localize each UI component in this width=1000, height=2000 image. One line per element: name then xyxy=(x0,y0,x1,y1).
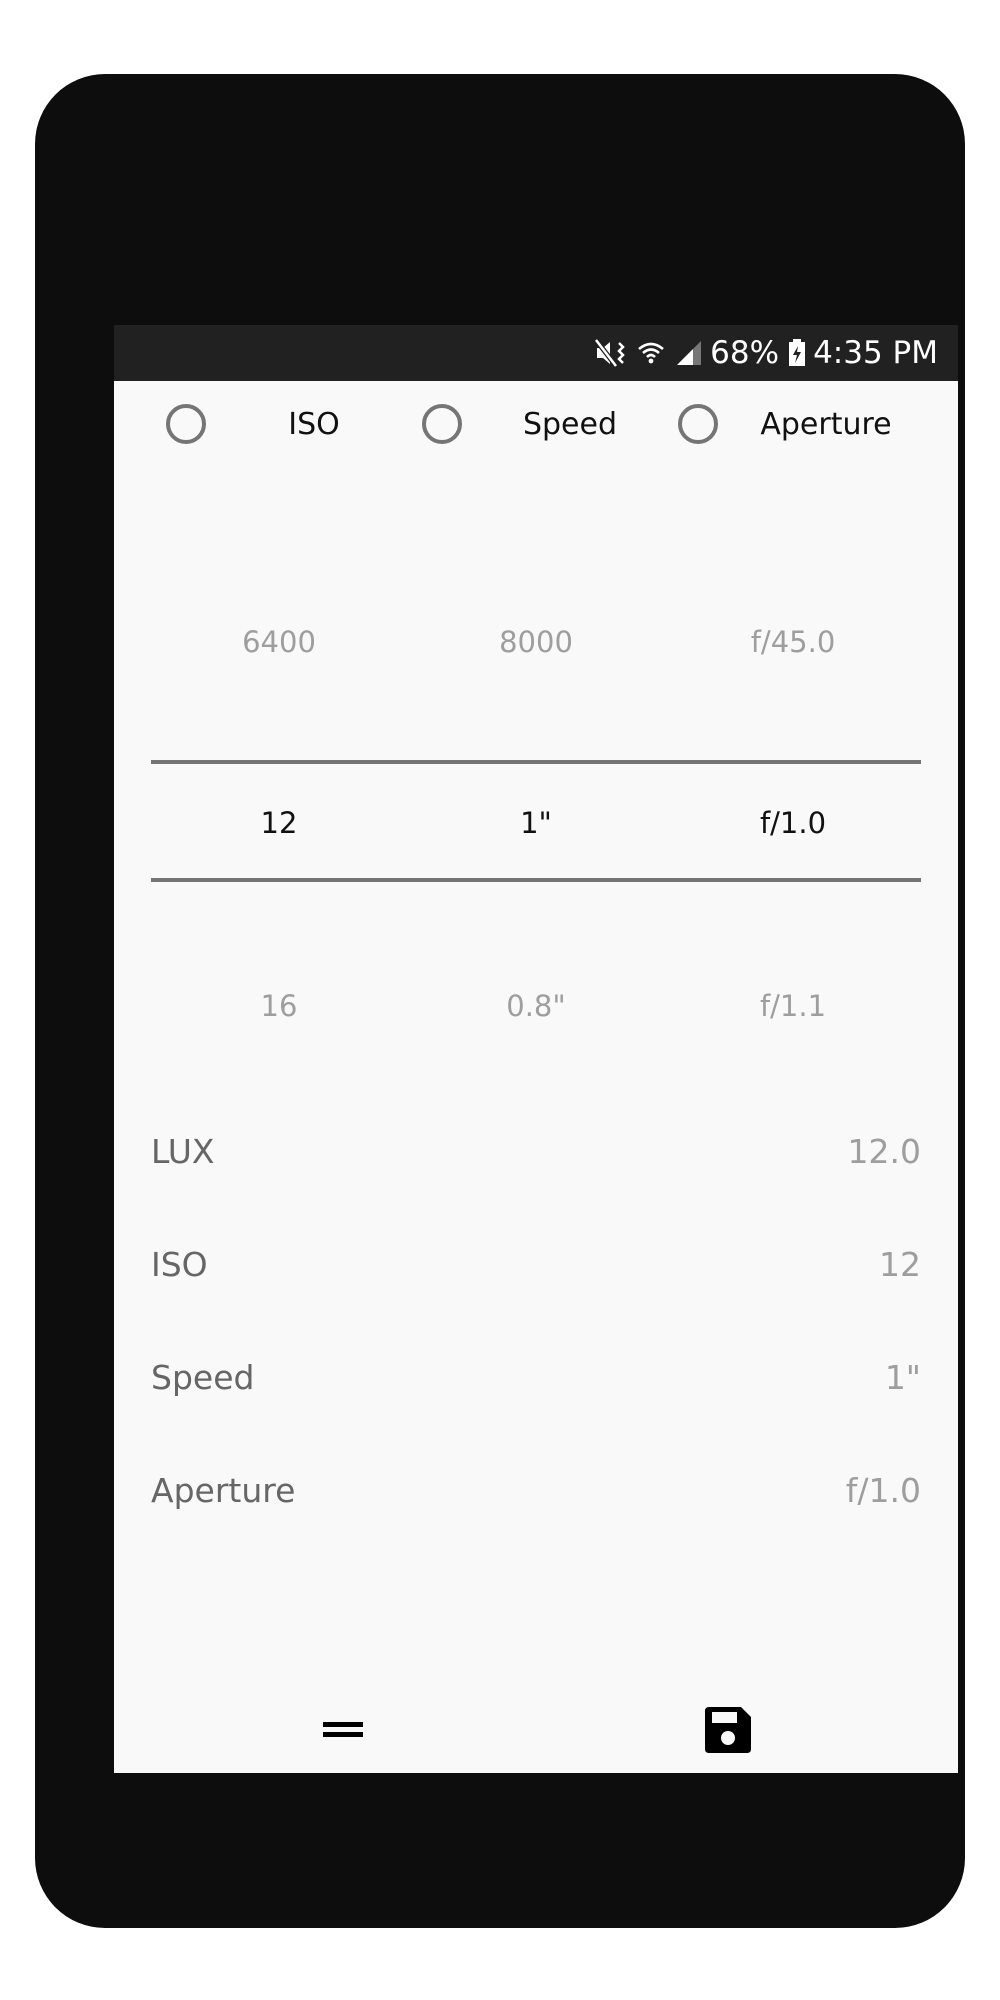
save-icon xyxy=(705,1707,751,1757)
mode-selector: ISO Speed Aperture xyxy=(114,391,958,457)
iso-picker[interactable]: 6400 12 16 xyxy=(151,615,407,1035)
aperture-picker-current[interactable]: f/1.0 xyxy=(665,806,921,840)
speed-picker[interactable]: 8000 1" 0.8" xyxy=(408,615,664,1035)
menu-button[interactable] xyxy=(303,1692,383,1772)
status-time: 4:35 PM xyxy=(813,335,938,371)
reading-row-iso: ISO 12 xyxy=(151,1234,921,1294)
speed-picker-next[interactable]: 0.8" xyxy=(408,989,664,1023)
speed-picker-current[interactable]: 1" xyxy=(408,806,664,840)
value-pickers: 6400 12 16 8000 1" 0.8" f/45.0 f/1.0 f/1… xyxy=(151,615,921,1023)
radio-label-speed[interactable]: Speed xyxy=(462,407,678,442)
iso-picker-prev[interactable]: 6400 xyxy=(151,625,407,659)
reading-value-iso: 12 xyxy=(879,1244,921,1284)
aperture-picker-prev[interactable]: f/45.0 xyxy=(665,625,921,659)
radio-iso[interactable]: ISO xyxy=(166,391,422,457)
reading-value-aperture: f/1.0 xyxy=(845,1470,921,1510)
reading-label-lux: LUX xyxy=(151,1131,215,1171)
radio-label-iso[interactable]: ISO xyxy=(206,407,422,442)
iso-picker-next[interactable]: 16 xyxy=(151,989,407,1023)
reading-label-iso: ISO xyxy=(151,1244,208,1284)
status-bar: 68% 4:35 PM xyxy=(114,325,958,381)
iso-picker-current[interactable]: 12 xyxy=(151,806,407,840)
app-screen: 68% 4:35 PM ISO Speed Aperture 6400 12 1… xyxy=(114,325,958,1773)
save-button[interactable] xyxy=(688,1692,768,1772)
reading-value-speed: 1" xyxy=(884,1357,921,1397)
device-frame: 68% 4:35 PM ISO Speed Aperture 6400 12 1… xyxy=(35,74,965,1928)
reading-value-lux: 12.0 xyxy=(847,1131,921,1171)
equals-icon xyxy=(323,1720,363,1744)
radio-circle-aperture[interactable] xyxy=(678,404,718,444)
radio-circle-iso[interactable] xyxy=(166,404,206,444)
battery-charging-icon xyxy=(787,338,807,368)
aperture-picker-next[interactable]: f/1.1 xyxy=(665,989,921,1023)
reading-row-aperture: Aperture f/1.0 xyxy=(151,1460,921,1520)
radio-aperture[interactable]: Aperture xyxy=(678,391,934,457)
reading-row-speed: Speed 1" xyxy=(151,1347,921,1407)
reading-label-aperture: Aperture xyxy=(151,1470,296,1510)
radio-speed[interactable]: Speed xyxy=(422,391,678,457)
wifi-icon xyxy=(636,338,666,368)
battery-percent: 68% xyxy=(710,335,780,371)
aperture-picker[interactable]: f/45.0 f/1.0 f/1.1 xyxy=(665,615,921,1035)
reading-label-speed: Speed xyxy=(151,1357,255,1397)
mute-vibrate-icon xyxy=(594,338,628,368)
speed-picker-prev[interactable]: 8000 xyxy=(408,625,664,659)
signal-icon xyxy=(674,338,704,368)
radio-circle-speed[interactable] xyxy=(422,404,462,444)
radio-label-aperture[interactable]: Aperture xyxy=(718,407,934,442)
reading-row-lux: LUX 12.0 xyxy=(151,1121,921,1181)
